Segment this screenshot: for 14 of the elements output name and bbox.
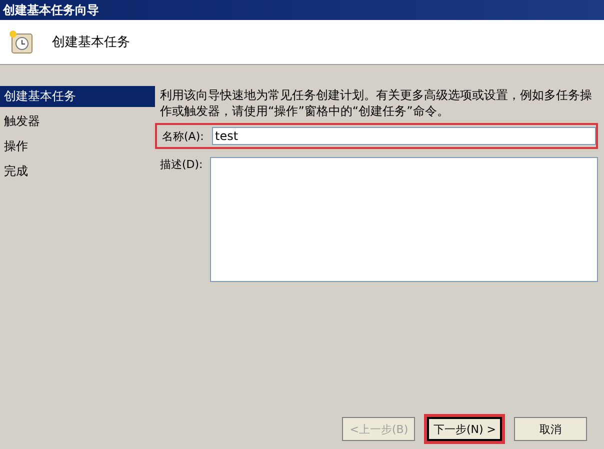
name-field[interactable]: test [212, 127, 596, 145]
wizard-button[interactable]: 取消 [514, 417, 587, 441]
wizard-button[interactable]: 下一步(N) > [427, 417, 502, 441]
step-item[interactable]: 创建基本任务 [0, 86, 155, 107]
clock-icon [8, 29, 34, 55]
step-item[interactable]: 触发器 [0, 111, 155, 132]
step-item[interactable]: 操作 [0, 136, 155, 157]
header-title: 创建基本任务 [52, 34, 130, 51]
description-label: 描述(D): [160, 157, 204, 172]
step-item[interactable]: 完成 [0, 161, 155, 182]
window-title: 创建基本任务向导 [0, 0, 604, 20]
description-field[interactable] [210, 157, 598, 282]
name-label: 名称(A): [162, 128, 205, 144]
intro-text: 利用该向导快速地为常见任务创建计划。有关更多高级选项或设置，例如多任务操作或触发器，请使用“操作”窗格中的“创建任务”命令。 [160, 87, 593, 119]
